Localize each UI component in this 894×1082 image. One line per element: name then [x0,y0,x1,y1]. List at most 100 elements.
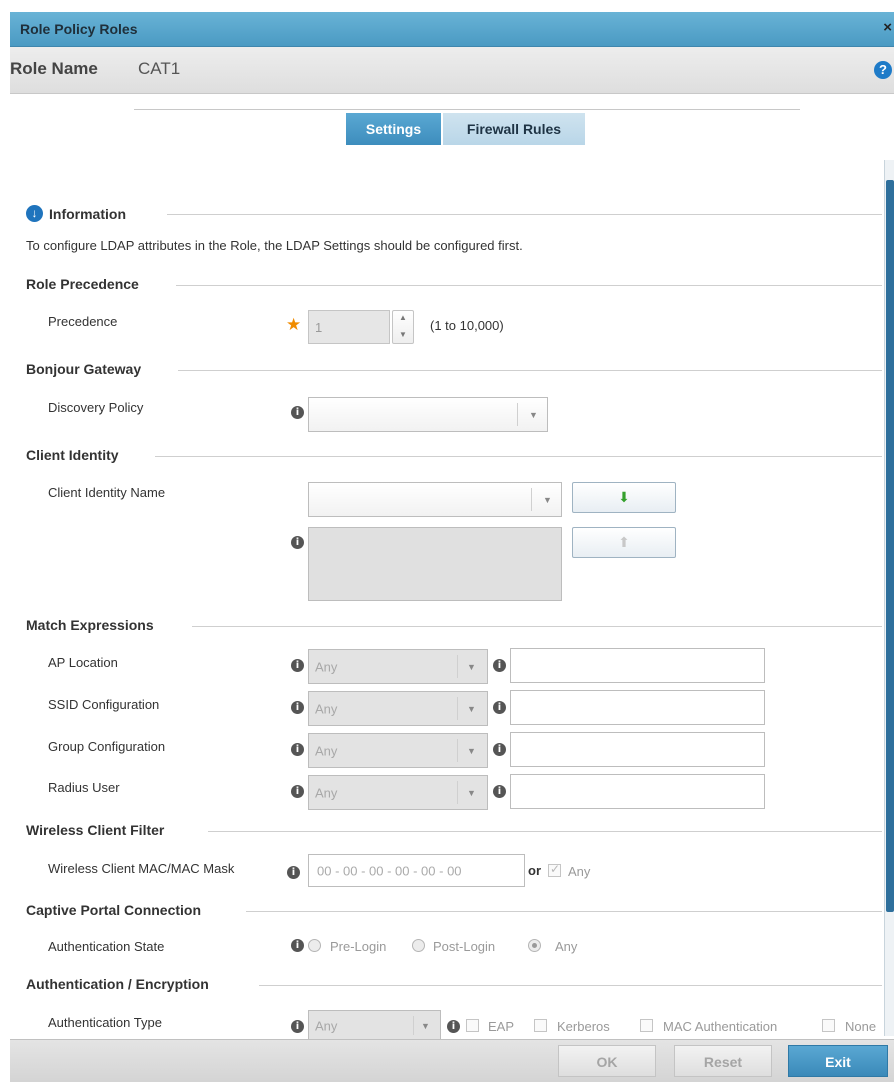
precedence-value: 1 [315,320,323,335]
precedence-input[interactable]: 1 [308,310,390,344]
section-divider [192,626,882,627]
ap-location-label: AP Location [48,655,118,670]
eap-label: EAP [488,1019,515,1034]
radius-user-operator-select[interactable]: Any ▼ [308,775,488,810]
any-mac-label: Any [568,864,591,879]
pre-login-radio[interactable] [308,939,321,952]
info-icon: i [291,785,304,798]
chevron-down-icon: ▼ [467,661,476,672]
eap-checkbox[interactable] [466,1019,479,1032]
group-configuration-operator-select[interactable]: Any ▼ [308,733,488,768]
help-icon[interactable]: ? [874,61,892,79]
chevron-down-icon: ▼ [529,409,538,420]
remove-client-identity-button[interactable]: ⬆ [572,527,676,558]
none-label: None [845,1019,877,1034]
ssid-configuration-operator-value: Any [315,701,338,716]
ok-button[interactable]: OK [558,1045,656,1077]
select-separator [457,781,458,804]
precedence-range: (1 to 10,000) [430,318,504,333]
info-icon: i [291,743,304,756]
select-separator [457,655,458,678]
or-text: or [528,863,541,878]
pre-login-label: Pre-Login [330,939,387,954]
info-icon: i [447,1020,460,1033]
role-name-value: CAT1 [138,59,181,78]
kerberos-label: Kerberos [557,1019,610,1034]
role-name-label: Role Name [10,59,98,78]
client-identity-name-label: Client Identity Name [48,485,166,500]
section-divider [178,370,882,371]
mac-placeholder: 00 - 00 - 00 - 00 - 00 - 00 [317,863,462,878]
chevron-down-icon: ▼ [467,745,476,756]
chevron-down-icon: ▼ [467,787,476,798]
wireless-client-mac-input[interactable]: 00 - 00 - 00 - 00 - 00 - 00 [308,854,525,887]
ssid-configuration-operator-select[interactable]: Any ▼ [308,691,488,726]
window-title: Role Policy Roles [20,21,138,37]
kerberos-checkbox[interactable] [534,1019,547,1032]
collapse-arrow-icon[interactable]: ↓ [26,205,43,222]
discovery-policy-label: Discovery Policy [48,400,144,415]
section-divider [246,911,882,912]
discovery-policy-select[interactable]: ▼ [308,397,548,432]
tab-settings[interactable]: Settings [346,113,441,145]
precedence-spinner[interactable]: ▲ ▼ [392,310,414,344]
exit-button[interactable]: Exit [788,1045,888,1077]
post-login-label: Post-Login [433,939,496,954]
captive-portal-title: Captive Portal Connection [26,902,202,918]
section-divider [259,985,882,986]
post-login-radio[interactable] [412,939,425,952]
section-divider [208,831,882,832]
checkmark-icon: ✓ [550,862,561,876]
wireless-client-mac-label: Wireless Client MAC/MAC Mask [48,861,235,876]
ssid-configuration-input[interactable] [510,690,765,725]
info-icon: i [291,659,304,672]
any-mac-checkbox[interactable]: ✓ [548,862,561,877]
section-divider [167,214,882,215]
any-state-label: Any [555,939,578,954]
role-precedence-title: Role Precedence [26,276,139,292]
client-identity-list[interactable] [308,527,562,601]
select-separator [457,697,458,720]
info-icon: i [291,1020,304,1033]
arrow-down-icon: ⬇ [618,489,630,505]
mac-authentication-checkbox[interactable] [640,1019,653,1032]
add-client-identity-button[interactable]: ⬇ [572,482,676,513]
information-section-title[interactable]: Information [49,206,126,222]
ap-location-operator-select[interactable]: Any ▼ [308,649,488,684]
window-title-bar: Role Policy Roles × [10,12,894,47]
radius-user-input[interactable] [510,774,765,809]
none-checkbox[interactable] [822,1019,835,1032]
reset-button[interactable]: Reset [674,1045,772,1077]
scrollbar-thumb[interactable] [886,180,894,912]
info-icon: i [291,701,304,714]
any-state-radio[interactable] [528,939,541,952]
radius-user-operator-value: Any [315,785,338,800]
bonjour-gateway-title: Bonjour Gateway [26,361,142,377]
select-separator [517,403,518,426]
mac-authentication-label: MAC Authentication [663,1019,778,1034]
info-icon: i [493,659,506,672]
ap-location-operator-value: Any [315,659,338,674]
select-separator [531,488,532,511]
info-icon: i [493,743,506,756]
radius-user-label: Radius User [48,780,120,795]
spinner-down-icon[interactable]: ▼ [399,330,407,339]
ssid-configuration-label: SSID Configuration [48,697,160,712]
section-divider [176,285,882,286]
spinner-up-icon[interactable]: ▲ [399,313,407,322]
ap-location-input[interactable] [510,648,765,683]
role-name-header: Role Name CAT1 ? [10,47,894,94]
close-icon[interactable]: × [883,19,892,36]
info-icon: i [291,939,304,952]
group-configuration-input[interactable] [510,732,765,767]
tab-firewall-rules[interactable]: Firewall Rules [443,113,585,145]
precedence-label: Precedence [48,314,118,329]
chevron-down-icon: ▼ [421,1020,430,1031]
authentication-type-select[interactable]: Any ▼ [308,1010,441,1041]
client-identity-select[interactable]: ▼ [308,482,562,517]
information-text: To configure LDAP attributes in the Role… [26,238,523,253]
arrow-up-icon: ⬆ [618,534,630,550]
info-icon: i [291,536,304,549]
select-separator [457,739,458,762]
client-identity-title: Client Identity [26,447,119,463]
